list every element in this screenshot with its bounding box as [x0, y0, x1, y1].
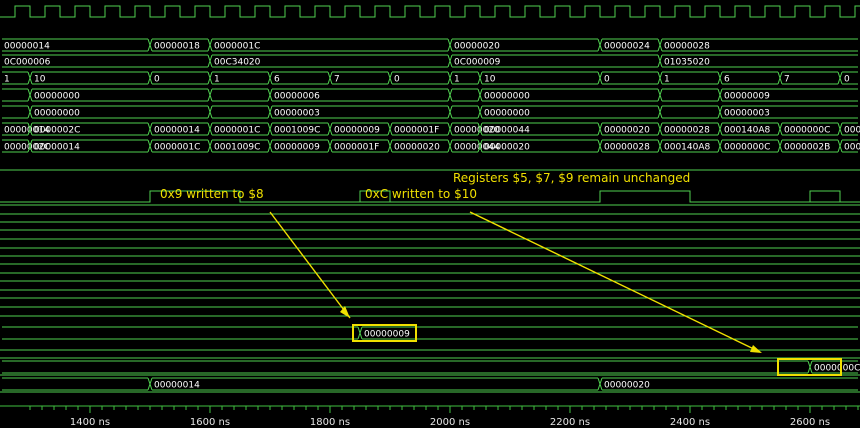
alu-out-bus-value: 0001009C	[214, 143, 260, 153]
read-data-1-bus-value: 00000009	[724, 92, 770, 102]
read-data-2-bus-value: 00000003	[274, 109, 320, 119]
alu-a-bus-value: 00000020	[604, 126, 650, 136]
register-8-bus-value: 00000009	[364, 330, 410, 340]
read-data-2-bus-value: 00000000	[484, 109, 530, 119]
time-tick-label: 2200 ns	[550, 417, 590, 428]
time-tick-label: 2600 ns	[790, 417, 830, 428]
time-tick-label: 1400 ns	[70, 417, 110, 428]
count-bus-value: 0	[154, 75, 160, 85]
count-bus-value: 1	[454, 75, 460, 85]
alu-a-bus-value: 0000002B	[844, 126, 860, 136]
alu-out-bus-value: 0000000C	[724, 143, 770, 153]
alu-out-bus-value: 0000002C	[844, 143, 860, 153]
alu-out-bus-value: 00000009	[274, 143, 320, 153]
alu-out-bus-value: 00000020	[394, 143, 440, 153]
alu-a-bus-value: 00000009	[334, 126, 380, 136]
pc-bus-value: 00000024	[604, 42, 650, 52]
instruction-bus-value: 01035020	[664, 58, 710, 68]
waveform-viewport[interactable]: 00000014 00000018 0000001C 00000020 00000024…	[0, 0, 860, 428]
alu-out-bus-value: 0000001C	[154, 143, 200, 153]
count-bus-value: 0	[844, 75, 850, 85]
read-data-2-bus-value: 00000000	[34, 109, 80, 119]
pc-bus-value: 00000028	[664, 42, 710, 52]
register-10-bus-value: 0000000C	[814, 364, 860, 374]
count-bus-value: 0	[394, 75, 400, 85]
alu-a-bus-value: 00000044	[484, 126, 530, 136]
alu-out-bus-value: 000140A8	[664, 143, 711, 153]
alu-a-bus-value: 0000000C	[784, 126, 830, 136]
waveform-canvas[interactable]: 00000014 00000018 0000001C 00000020 00000024…	[0, 0, 860, 428]
register-31-bus-value: 00000020	[604, 381, 650, 391]
count-bus-value: 6	[274, 75, 280, 85]
pc-bus-value: 0000001C	[214, 42, 260, 52]
read-data-1-bus-value: 00000006	[274, 92, 320, 102]
read-data-1-bus-value: 00000000	[34, 92, 80, 102]
alu-out-bus-value: 00000020	[484, 143, 530, 153]
time-axis: 1400 ns 1600 ns 1800 ns 2000 ns 2200 ns 2400 …	[0, 401, 860, 428]
read-data-2-bus-value: 00000003	[724, 109, 770, 119]
instruction-bus-value: 0C000006	[4, 58, 51, 68]
reg10-annotation: 0xC written to $10	[365, 187, 477, 201]
alu-out-bus-value: 00000028	[604, 143, 650, 153]
alu-a-bus-value: 0000002C	[34, 126, 80, 136]
instruction-bus-value: 00C34020	[214, 58, 261, 68]
pc-bus-value: 00000020	[454, 42, 500, 52]
time-tick-label: 2400 ns	[670, 417, 710, 428]
time-tick-label: 1600 ns	[190, 417, 230, 428]
count-bus-value: 1	[4, 75, 10, 85]
instruction-bus-value: 0C000009	[454, 58, 501, 68]
count-bus-value: 10	[484, 75, 496, 85]
alu-out-bus-value: 0000002B	[784, 143, 830, 153]
alu-a-bus-value: 0000001F	[394, 126, 439, 136]
register-31-bus-value: 00000014	[154, 381, 200, 391]
unchanged-annotation: Registers $5, $7, $9 remain unchanged	[453, 171, 690, 185]
count-bus-value: 0	[604, 75, 610, 85]
alu-a-bus-value: 0000001C	[214, 126, 260, 136]
alu-a-bus-value: 00000014	[154, 126, 200, 136]
count-bus-value: 10	[34, 75, 46, 85]
alu-out-bus-value: 00000014	[34, 143, 80, 153]
count-bus-value: 1	[664, 75, 670, 85]
count-bus-value: 7	[334, 75, 340, 85]
alu-out-bus-value: 0000001F	[334, 143, 379, 153]
alu-a-bus-value: 0001009C	[274, 126, 320, 136]
time-tick-label: 2000 ns	[430, 417, 470, 428]
time-tick-label: 1800 ns	[310, 417, 350, 428]
count-bus-value: 1	[214, 75, 220, 85]
count-bus-value: 7	[784, 75, 790, 85]
alu-a-bus-value: 000140A8	[724, 126, 771, 136]
read-data-1-bus-value: 00000000	[484, 92, 530, 102]
pc-bus-value: 00000014	[4, 42, 50, 52]
alu-a-bus-value: 00000028	[664, 126, 710, 136]
count-bus-value: 6	[724, 75, 730, 85]
pc-bus-value: 00000018	[154, 42, 200, 52]
reg8-annotation: 0x9 written to $8	[160, 187, 264, 201]
